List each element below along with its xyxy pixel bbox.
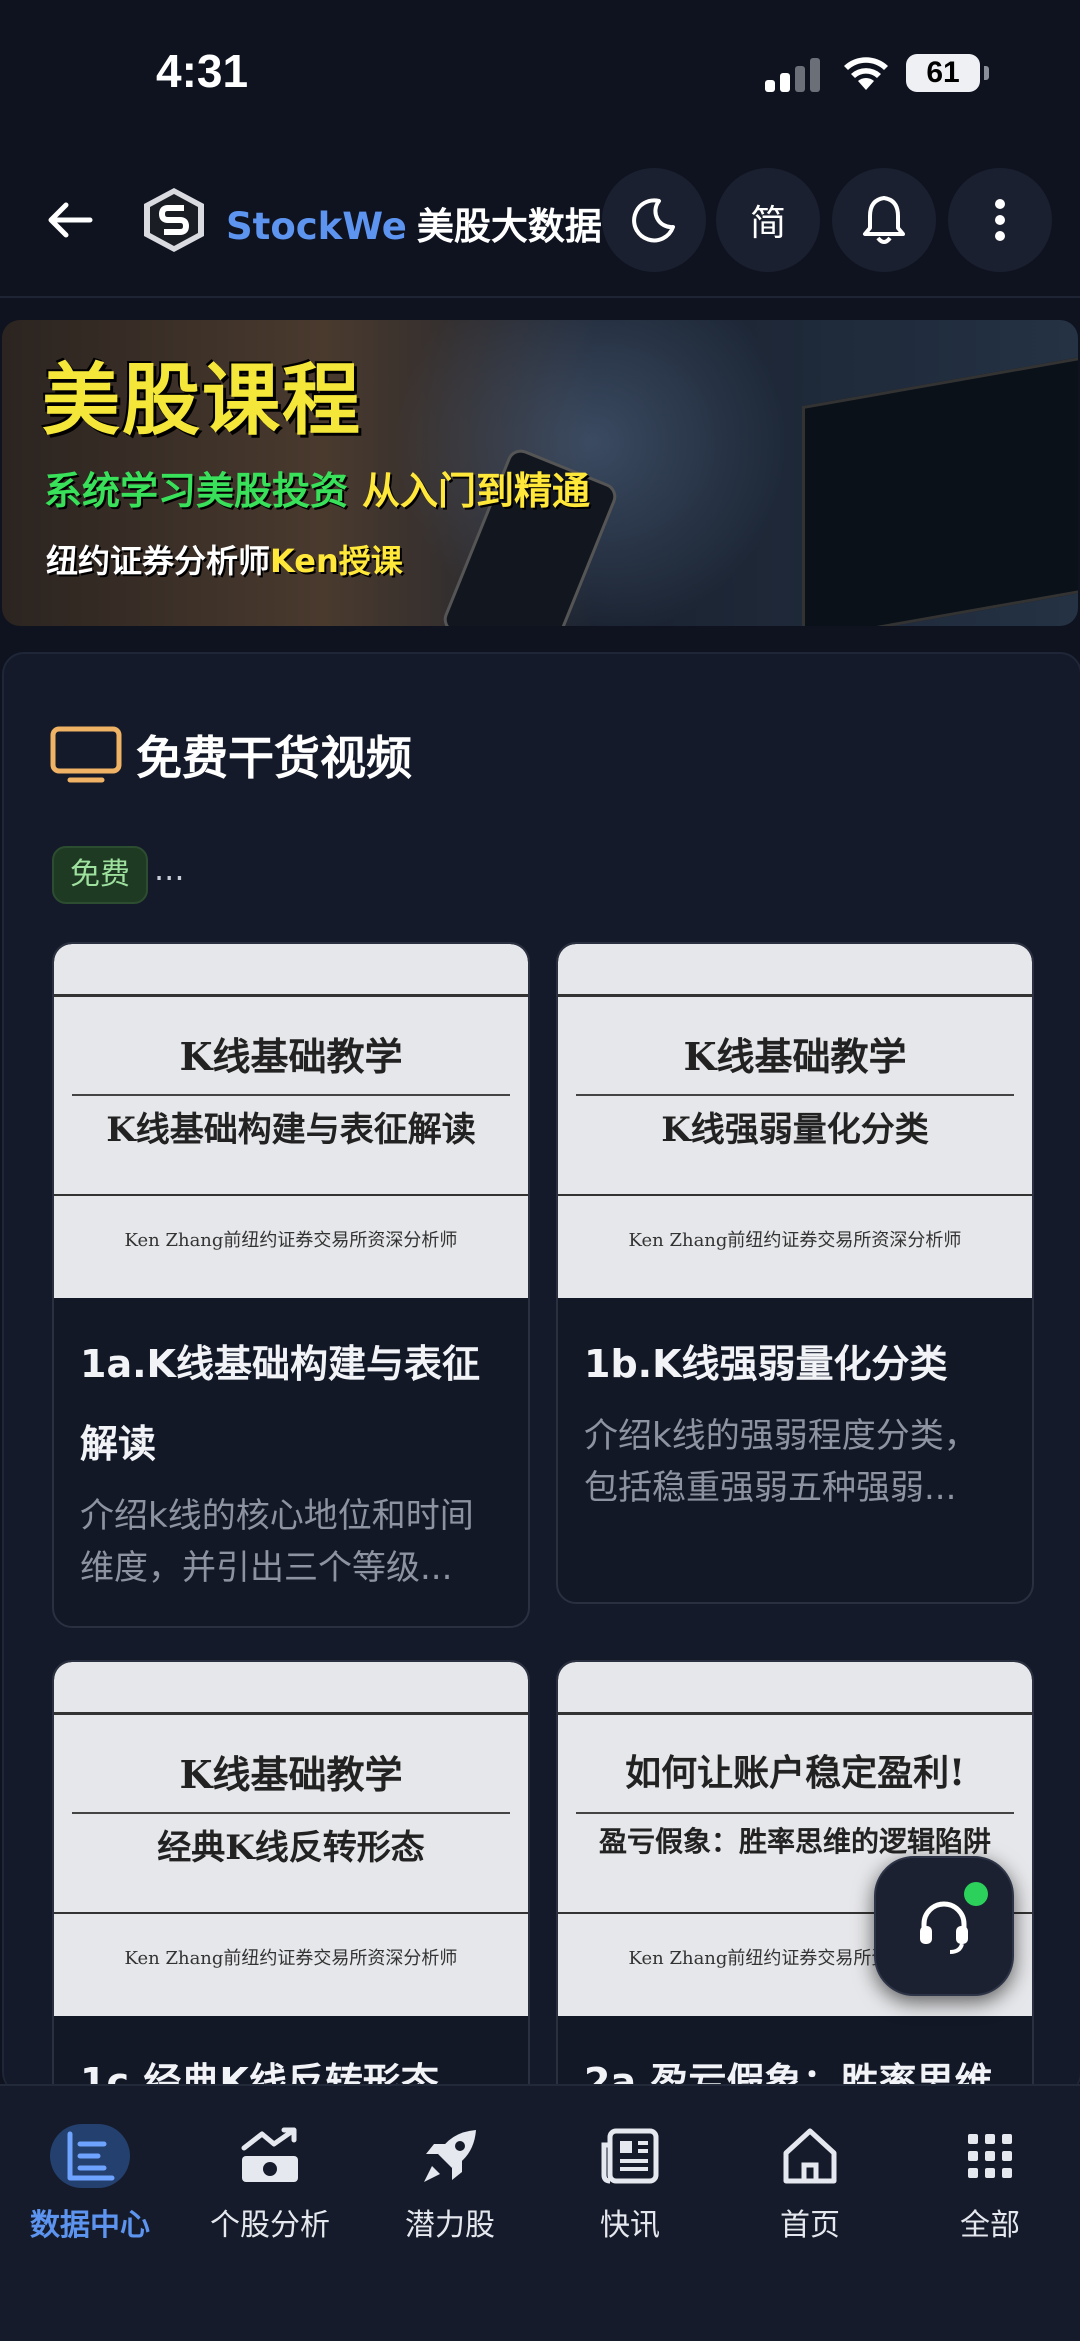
nav-label: 快讯 — [600, 2208, 660, 2243]
thumbnail-subheading: 经典K线反转形态 — [157, 1828, 425, 1868]
nav-label: 全部 — [960, 2208, 1020, 2243]
thumbnail-subheading: K线强弱量化分类 — [661, 1110, 929, 1150]
course-banner[interactable]: 美股课程 系统学习美股投资 从入门到精通 纽约证券分析师Ken授课 — [2, 320, 1078, 626]
bell-icon — [863, 196, 905, 244]
nav-all[interactable]: 全部 — [900, 2116, 1080, 2244]
headset-icon — [920, 1901, 968, 1954]
bottom-navigation: 数据中心 个股分析 潜力股 快讯 首页 全部 — [0, 2084, 1080, 2341]
tag-more: ... — [154, 850, 185, 888]
banner-subtitle-a: 系统学习美股投资 — [44, 469, 349, 513]
rocket-icon — [424, 2130, 476, 2182]
video-title: 1c.经典K线反转形态 — [80, 2060, 439, 2094]
banner-instructor-a: 纽约证券分析师 — [46, 542, 271, 580]
dark-mode-button[interactable] — [602, 168, 706, 272]
video-thumbnail: K线基础教学 K线基础构建与表征解读 Ken Zhang前纽约证券交易所资深分析… — [54, 944, 528, 1298]
nav-label: 个股分析 — [210, 2208, 330, 2243]
thumbnail-heading: K线基础教学 — [683, 1034, 907, 1079]
nav-data-center[interactable]: 数据中心 — [0, 2116, 180, 2244]
nav-label: 首页 — [780, 2208, 840, 2243]
more-options-button[interactable] — [948, 168, 1052, 272]
nav-label: 数据中心 — [30, 2208, 150, 2243]
status-time: 4:31 — [156, 45, 249, 97]
language-label: 简 — [749, 203, 786, 244]
home-icon — [783, 2128, 837, 2184]
video-description: 介绍k线的强弱程度分类，包括稳重强弱五种强弱... — [584, 1416, 978, 1508]
video-thumbnail: K线基础教学 经典K线反转形态 Ken Zhang前纽约证券交易所资深分析师 — [54, 1662, 528, 2016]
notifications-button[interactable] — [832, 168, 936, 272]
moon-icon — [632, 198, 675, 243]
thumbnail-footer: Ken Zhang前纽约证券交易所资深分析师 — [124, 1948, 458, 1969]
banner-subtitle-b: 从入门到精通 — [362, 469, 591, 513]
thumbnail-subheading: 盈亏假象：胜率思维的逻辑陷阱 — [598, 1825, 991, 1858]
data-center-icon — [67, 2131, 115, 2181]
thumbnail-footer: Ken Zhang前纽约证券交易所资深分析师 — [628, 1230, 962, 1251]
nav-home[interactable]: 首页 — [720, 2116, 900, 2244]
banner-subtitle: 系统学习美股投资 从入门到精通 — [44, 460, 590, 515]
stock-analysis-icon — [241, 2127, 298, 2182]
back-arrow-icon[interactable] — [40, 190, 100, 250]
battery-indicator: 61 — [906, 54, 989, 92]
thumbnail-heading: K线基础教学 — [179, 1752, 403, 1797]
video-title: 1a.K线基础构建与表征解读 — [80, 1342, 480, 1466]
thumbnail-heading: 如何让账户稳定盈利! — [625, 1752, 965, 1794]
section-title: 免费干货视频 — [136, 731, 412, 785]
video-card[interactable]: K线基础教学 经典K线反转形态 Ken Zhang前纽约证券交易所资深分析师 1… — [52, 1660, 530, 2094]
video-title: 2a.盈亏假象：胜率思维 — [584, 2060, 993, 2094]
thumbnail-heading: K线基础教学 — [179, 1034, 403, 1079]
nav-news[interactable]: 快讯 — [540, 2116, 720, 2244]
banner-instructor: 纽约证券分析师Ken授课 — [46, 536, 403, 582]
news-icon — [601, 2128, 659, 2184]
banner-monitor-image — [802, 353, 1078, 626]
free-tag[interactable]: 免费 — [52, 846, 148, 904]
thumbnail-footer: Ken Zhang前纽约证券交易所资深分析师 — [124, 1230, 458, 1251]
tv-icon — [50, 726, 122, 783]
video-card[interactable]: K线基础教学 K线强弱量化分类 Ken Zhang前纽约证券交易所资深分析师 1… — [556, 942, 1034, 1604]
brand-name-en: StockWe — [226, 205, 407, 248]
app-brand: StockWe 美股大数据 — [226, 196, 602, 250]
video-title: 1b.K线强弱量化分类 — [584, 1342, 948, 1386]
more-vertical-icon — [995, 199, 1005, 241]
grid-icon — [968, 2134, 1012, 2178]
banner-title: 美股课程 — [42, 356, 363, 446]
customer-support-button[interactable] — [874, 1856, 1014, 1996]
nav-label: 潜力股 — [405, 2208, 495, 2243]
wifi-icon — [844, 57, 888, 90]
brand-name-cn: 美股大数据 — [416, 205, 602, 248]
video-thumbnail: K线基础教学 K线强弱量化分类 Ken Zhang前纽约证券交易所资深分析师 — [558, 944, 1032, 1298]
language-toggle-button[interactable]: 简 — [716, 168, 820, 272]
section-header: 免费干货视频 — [50, 722, 412, 788]
status-bar: 4:31 61 — [0, 0, 1080, 140]
battery-level: 61 — [926, 56, 960, 89]
online-status-dot — [964, 1882, 988, 1906]
banner-instructor-b: Ken授课 — [270, 542, 403, 580]
video-card[interactable]: K线基础教学 K线基础构建与表征解读 Ken Zhang前纽约证券交易所资深分析… — [52, 942, 530, 1628]
nav-stock-analysis[interactable]: 个股分析 — [180, 2116, 360, 2244]
nav-potential-stocks[interactable]: 潜力股 — [360, 2116, 540, 2244]
stockwe-logo — [144, 188, 204, 252]
video-description: 介绍k线的核心地位和时间维度，并引出三个等级... — [80, 1496, 474, 1588]
thumbnail-subheading: K线基础构建与表征解读 — [106, 1110, 476, 1150]
signal-icon — [765, 58, 821, 92]
header-divider — [0, 296, 1080, 298]
app-header: StockWe 美股大数据 简 — [0, 160, 1080, 280]
